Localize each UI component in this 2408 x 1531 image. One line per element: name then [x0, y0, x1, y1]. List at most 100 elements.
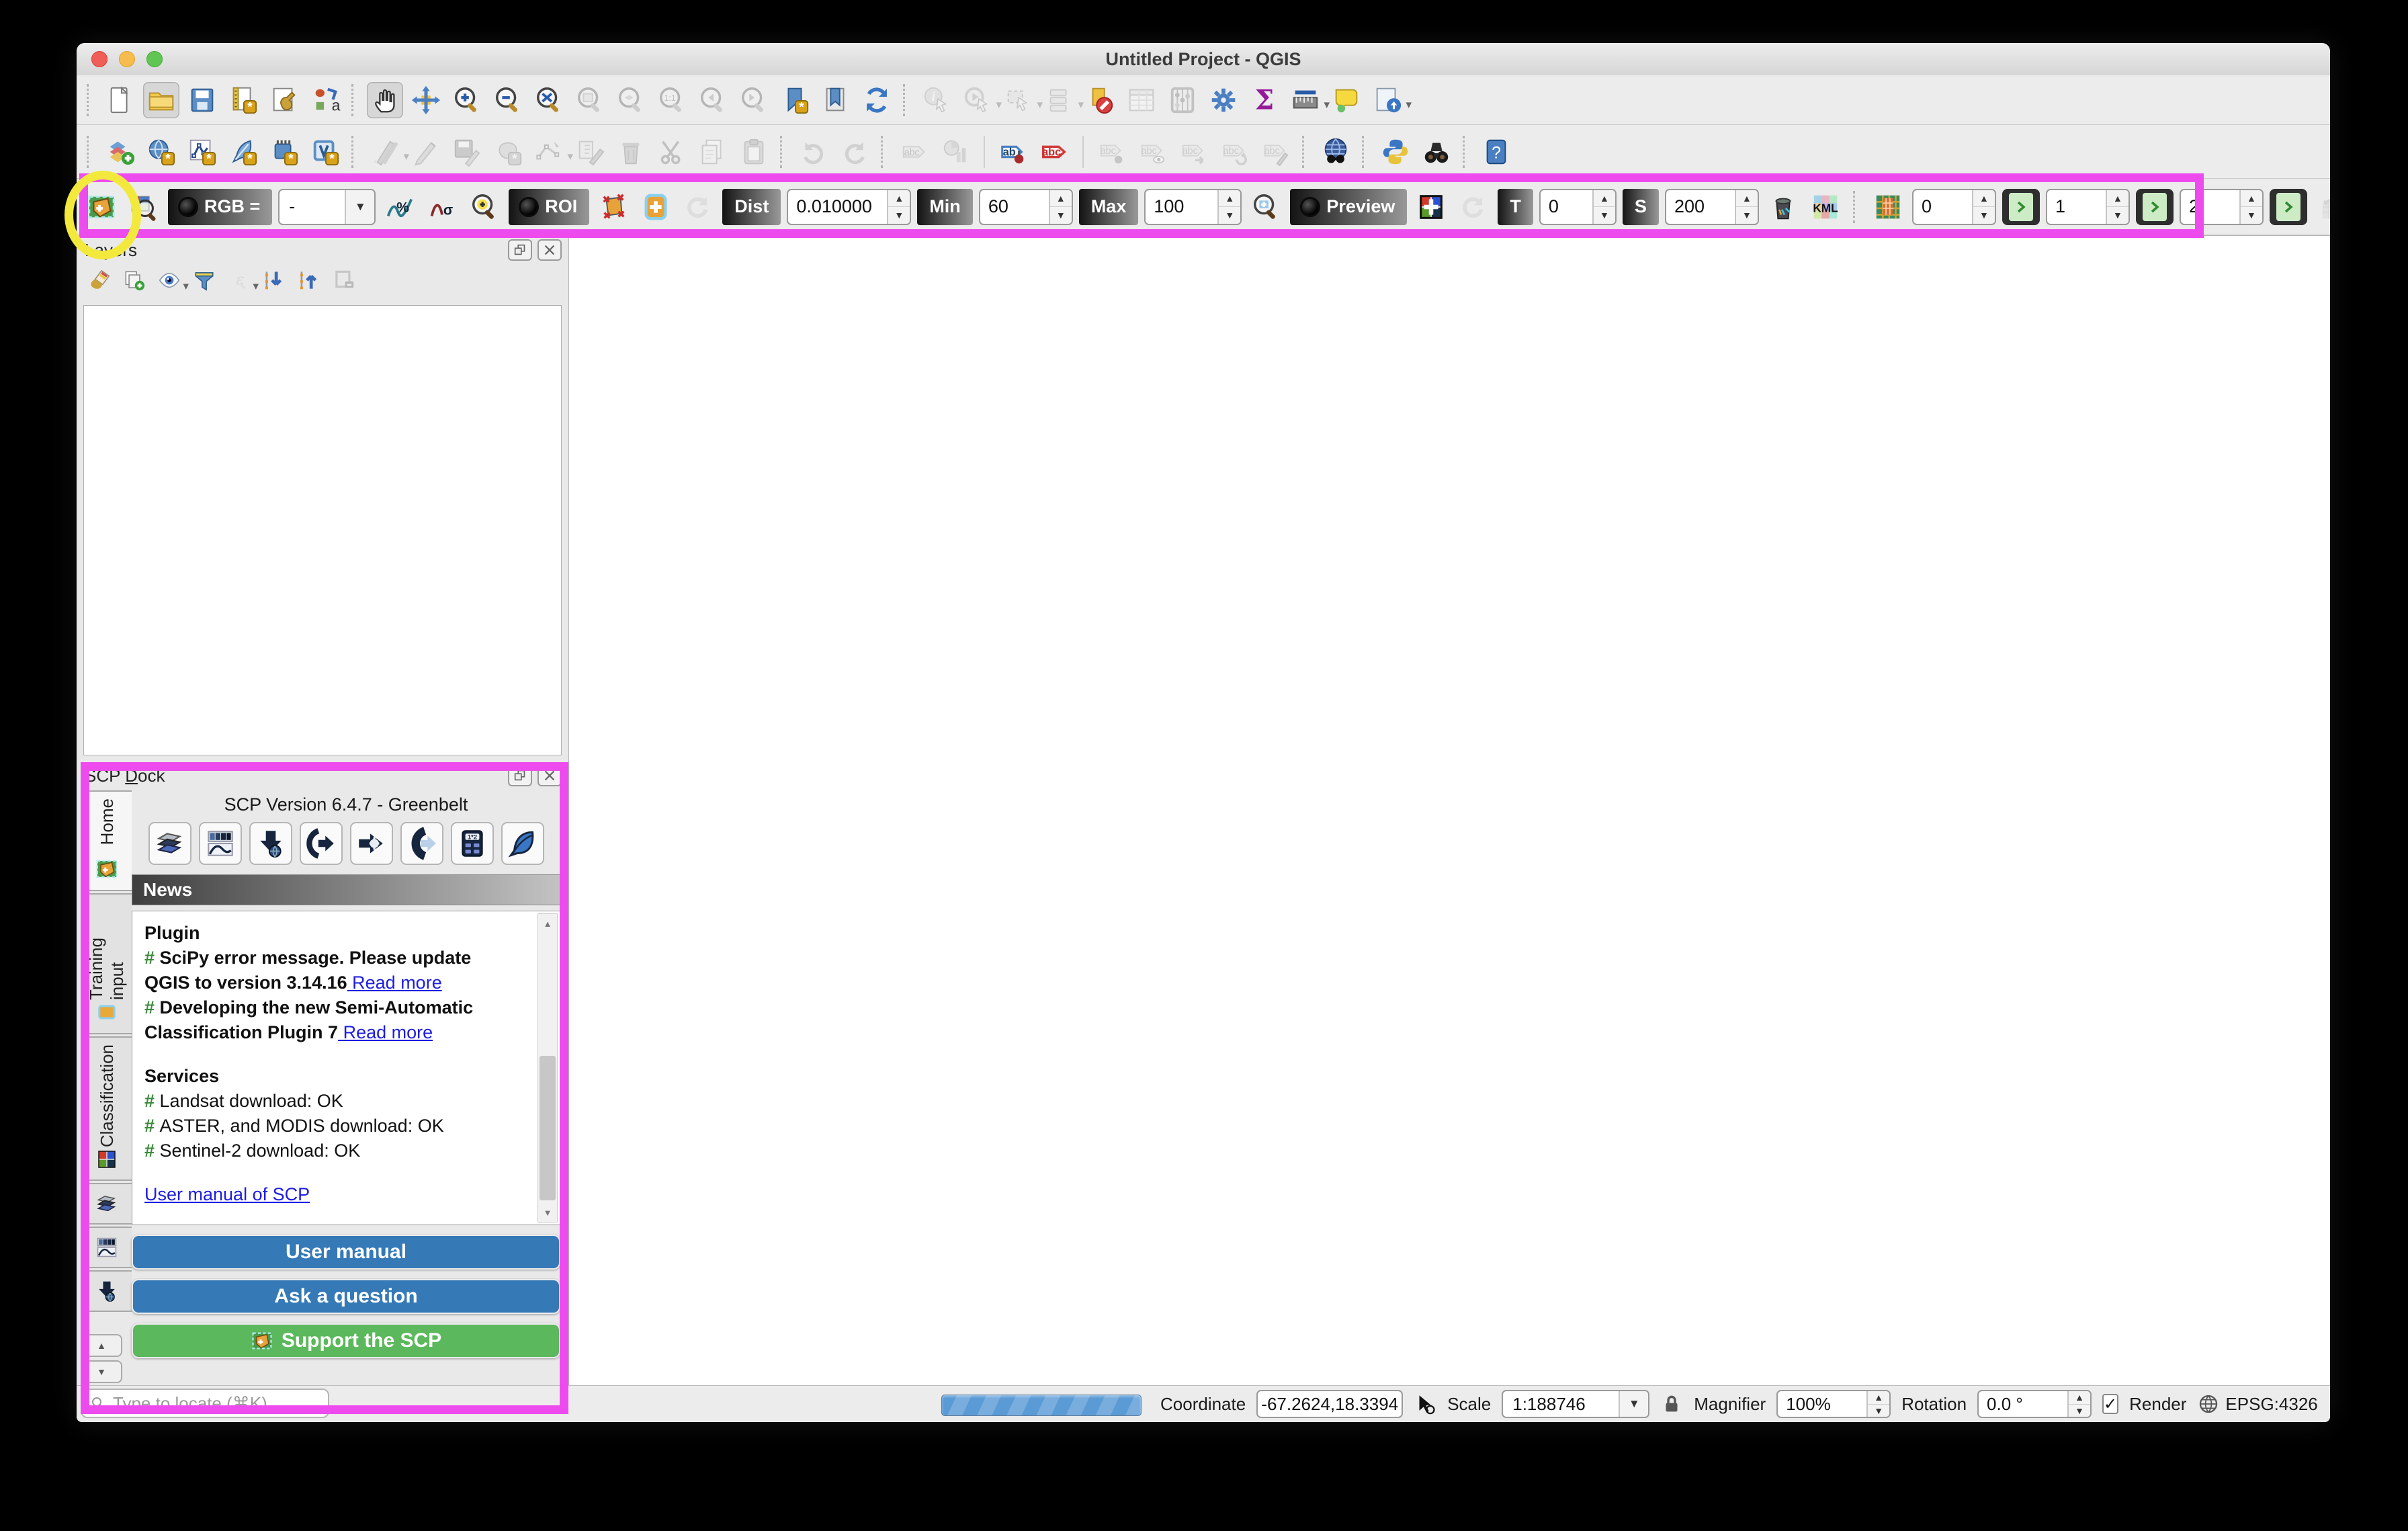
- scp-plugin-menu-icon[interactable]: [83, 189, 120, 225]
- t-value[interactable]: 0▲▼: [1539, 189, 1617, 225]
- tab-band-set[interactable]: [81, 1183, 132, 1225]
- band-set-button[interactable]: [148, 822, 191, 865]
- rotation-spin[interactable]: 0.0 ° ▲▼: [1977, 1390, 2092, 1418]
- download-products-button[interactable]: [249, 822, 292, 865]
- import-signatures-button[interactable]: [300, 822, 343, 865]
- new-virtual-layer-icon[interactable]: *: [307, 134, 343, 170]
- layers-close-button[interactable]: [538, 239, 562, 261]
- apply-edit-2[interactable]: [2270, 189, 2307, 225]
- zoom-to-preview-icon[interactable]: [1248, 189, 1284, 225]
- scale-combo[interactable]: 1:188746 ▼: [1502, 1390, 1649, 1418]
- s-value[interactable]: 200▲▼: [1665, 189, 1759, 225]
- render-checkbox[interactable]: ✓: [2102, 1394, 2118, 1414]
- news-link[interactable]: Read more: [338, 1022, 433, 1042]
- min-value[interactable]: 60▲▼: [979, 189, 1073, 225]
- coordinate-field[interactable]: -67.2624,18.3394: [1256, 1390, 1403, 1418]
- toolbar-drag-handle[interactable]: [1362, 136, 1369, 168]
- toolbar-drag-handle[interactable]: [780, 136, 787, 168]
- layers-float-button[interactable]: [508, 239, 532, 261]
- news-link[interactable]: Read more: [347, 973, 442, 993]
- new-print-layout-icon[interactable]: *: [225, 82, 261, 118]
- highlight-pinned-labels-icon[interactable]: abc: [1036, 134, 1072, 170]
- open-data-source-manager-icon[interactable]: [102, 134, 138, 170]
- open-project-icon[interactable]: [143, 82, 179, 118]
- style-manager-icon[interactable]: a: [307, 82, 343, 118]
- new-shapefile-layer-icon[interactable]: *: [184, 134, 220, 170]
- refresh-map-icon[interactable]: [859, 82, 895, 118]
- crs-globe-icon[interactable]: [2197, 1393, 2220, 1415]
- toolbar-drag-handle[interactable]: [903, 84, 910, 116]
- toolbar-drag-handle[interactable]: [87, 136, 94, 168]
- scp-bandset-tool-icon[interactable]: [126, 189, 162, 225]
- scroll-up-arrow-icon[interactable]: ▲: [538, 914, 557, 933]
- save-project-icon[interactable]: [184, 82, 220, 118]
- pan-map-icon[interactable]: [367, 82, 403, 118]
- scp-tab-home[interactable]: Home: [81, 790, 132, 891]
- deselect-features-icon[interactable]: [1082, 82, 1119, 118]
- add-vector-layer-icon[interactable]: *: [143, 134, 179, 170]
- scp-dock-close-button[interactable]: [538, 765, 562, 786]
- python-console-icon[interactable]: [1377, 134, 1414, 170]
- statistical-summary-icon[interactable]: Σ: [1246, 82, 1283, 118]
- metasearch-catalog-icon[interactable]: [1318, 134, 1354, 170]
- activate-preview-pointer-icon[interactable]: [1413, 189, 1449, 225]
- scp-tab-classification[interactable]: Classification: [81, 1036, 132, 1181]
- show-layout-manager-icon[interactable]: [266, 82, 302, 118]
- dist-value[interactable]: 0.010000▲▼: [787, 189, 911, 225]
- scp-dock-float-button[interactable]: [508, 765, 532, 786]
- toolbar-drag-handle[interactable]: [351, 136, 359, 168]
- zoom-out-icon[interactable]: [490, 82, 526, 118]
- max-value[interactable]: 100▲▼: [1144, 189, 1242, 225]
- std-dev-stretch-icon[interactable]: σ: [424, 189, 460, 225]
- new-project-icon[interactable]: [102, 82, 138, 118]
- scroll-down-arrow-icon[interactable]: ▼: [538, 1203, 557, 1222]
- toolbar-drag-handle[interactable]: [1302, 136, 1309, 168]
- pan-to-selection-icon[interactable]: [408, 82, 444, 118]
- postprocessing-button[interactable]: [400, 822, 443, 865]
- lock-scale-icon[interactable]: [1660, 1393, 1683, 1415]
- locator-search[interactable]: Type to locate (⌘K): [81, 1389, 329, 1418]
- toolbar-drag-handle[interactable]: [87, 84, 94, 116]
- activate-roi-pointer-icon[interactable]: [638, 189, 674, 225]
- zoom-to-roi-icon[interactable]: [466, 189, 503, 225]
- cumulative-count-stretch-icon[interactable]: %: [382, 189, 418, 225]
- new-temporary-scratch-layer-icon[interactable]: *: [266, 134, 302, 170]
- preprocessing-button[interactable]: [350, 822, 393, 865]
- pin-unpin-labels-icon[interactable]: ab: [995, 134, 1031, 170]
- layers-list-empty[interactable]: [83, 305, 562, 755]
- create-roi-polygon-icon[interactable]: [595, 189, 632, 225]
- show-spatial-bookmarks-icon[interactable]: [818, 82, 854, 118]
- apply-edit-1[interactable]: [2136, 189, 2174, 225]
- support-the-scp-button[interactable]: Support the SCP: [132, 1323, 560, 1358]
- new-spatial-bookmark-icon[interactable]: *: [777, 82, 813, 118]
- scp-documentation-button[interactable]: [501, 822, 544, 865]
- scp-tab-training-input[interactable]: Training input: [81, 893, 132, 1034]
- plugin-manager-icon[interactable]: [1418, 134, 1455, 170]
- tabs-scroll-up-button[interactable]: ▲: [81, 1334, 122, 1357]
- edit-value-2[interactable]: 2▲▼: [2180, 189, 2264, 225]
- expand-all-icon[interactable]: [259, 266, 289, 294]
- map-tips-icon[interactable]: [1328, 82, 1365, 118]
- magnifier-spin[interactable]: 100% ▲▼: [1776, 1390, 1891, 1418]
- new-geopackage-layer-icon[interactable]: *: [225, 134, 261, 170]
- map-canvas[interactable]: [568, 235, 2330, 1386]
- edit-value-0[interactable]: 0▲▼: [1912, 189, 1996, 225]
- tabs-scroll-down-button[interactable]: ▼: [81, 1360, 122, 1383]
- scrollbar-thumb[interactable]: [540, 1056, 556, 1200]
- user-manual-button[interactable]: User manual: [132, 1235, 560, 1270]
- edit-raster-icon[interactable]: [1870, 189, 1906, 225]
- band-calc-button[interactable]: 1*2: [451, 822, 494, 865]
- measure-line-icon[interactable]: ▾: [1287, 82, 1324, 118]
- band-processing-button[interactable]: [199, 822, 242, 865]
- rgb-combo[interactable]: -▼: [278, 189, 376, 225]
- collapse-all-icon[interactable]: [294, 266, 324, 294]
- news-link[interactable]: User manual of SCP: [144, 1184, 310, 1204]
- create-kml-icon[interactable]: KML: [1807, 189, 1844, 225]
- zoom-full-icon[interactable]: [531, 82, 567, 118]
- add-group-icon[interactable]: [120, 266, 149, 294]
- apply-edit-0[interactable]: [2002, 189, 2040, 225]
- new-map-view-icon[interactable]: ▾: [1369, 82, 1406, 118]
- edit-value-1[interactable]: 1▲▼: [2046, 189, 2130, 225]
- remove-temporary-layers-icon[interactable]: [1765, 189, 1801, 225]
- tab-download-products[interactable]: [81, 1270, 132, 1312]
